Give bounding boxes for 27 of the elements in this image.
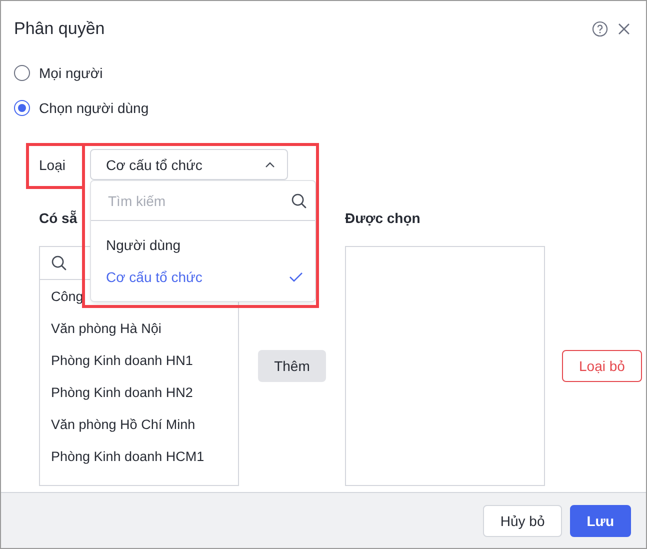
dropdown-option[interactable]: Cơ cấu tổ chức — [91, 261, 315, 293]
type-select[interactable]: Cơ cấu tổ chức — [90, 149, 288, 180]
search-icon — [51, 255, 67, 271]
save-button[interactable]: Lưu — [570, 504, 631, 536]
list-item[interactable]: Văn phòng Hà Nội — [40, 312, 238, 344]
search-icon — [291, 192, 307, 208]
check-icon — [289, 272, 303, 282]
cancel-button[interactable]: Hủy bỏ — [483, 504, 562, 536]
list-item[interactable]: Phòng Kinh doanh HN2 — [40, 376, 238, 408]
radio-option[interactable]: Mọi người — [14, 65, 646, 81]
list-item[interactable]: Phòng Kinh doanh HN1 — [40, 344, 238, 376]
type-label: Loại — [39, 156, 66, 172]
close-icon[interactable] — [618, 23, 630, 35]
radio-option[interactable]: Chọn người dùng — [14, 100, 646, 116]
dropdown-option[interactable]: Người dùng — [91, 229, 315, 261]
add-button[interactable]: Thêm — [258, 350, 326, 382]
dropdown-search-input[interactable]: Tìm kiếm — [106, 192, 270, 210]
available-heading: Có sẵ — [39, 210, 78, 228]
dialog-title: Phân quyền — [14, 19, 106, 39]
list-item[interactable]: Văn phòng Hồ Chí Minh — [40, 408, 238, 440]
help-icon[interactable] — [592, 21, 608, 37]
caret-icon — [265, 162, 275, 168]
radio-circle[interactable] — [14, 65, 30, 81]
radio-circle[interactable] — [14, 100, 30, 116]
list-item[interactable]: Phòng Kinh doanh HCM1 — [40, 440, 238, 472]
remove-button[interactable]: Loại bỏ — [562, 350, 642, 382]
selected-heading: Được chọn — [345, 210, 422, 228]
